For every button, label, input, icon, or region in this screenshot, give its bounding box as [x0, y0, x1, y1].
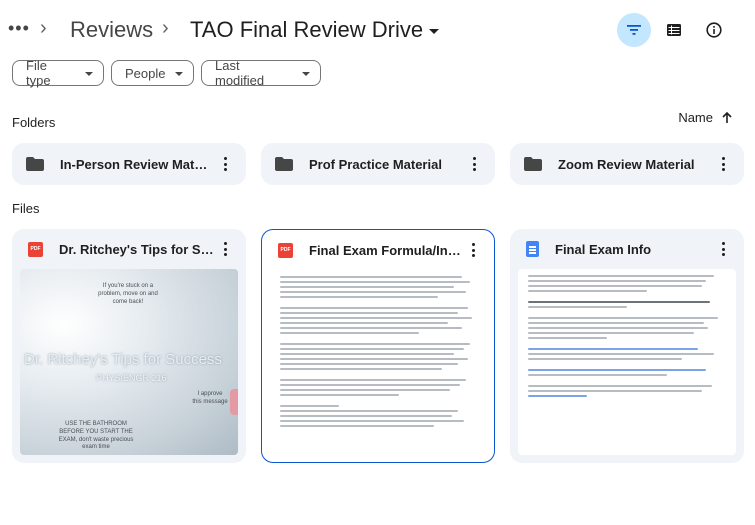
chevron-down-icon	[175, 71, 184, 76]
folder-icon	[275, 157, 293, 171]
more-options-icon[interactable]	[712, 238, 734, 260]
file-title: Final Exam Formula/Instructions	[309, 242, 462, 258]
file-card-selected[interactable]: PDF Final Exam Formula/Instructions	[261, 229, 495, 463]
file-card-header: PDF Final Exam Formula/Instructions	[262, 230, 494, 270]
last-modified-filter-label: Last modified	[215, 58, 265, 88]
info-icon	[706, 22, 722, 38]
chevron-down-icon	[429, 29, 440, 34]
file-card-header: Final Exam Info	[510, 229, 744, 269]
more-breadcrumbs-button[interactable]: •••	[8, 18, 30, 39]
file-title: Dr. Ritchey's Tips for Success	[59, 241, 214, 257]
sort-label: Name	[678, 110, 713, 125]
more-options-icon[interactable]	[463, 153, 485, 175]
filter-icon	[627, 25, 641, 35]
thumbnail-title: Dr. Ritchey's Tips for Success	[24, 351, 222, 368]
chevron-right-icon: ›	[162, 17, 169, 39]
more-options-icon[interactable]	[712, 153, 734, 175]
file-card[interactable]: Final Exam Info	[510, 229, 744, 463]
people-filter-label: People	[125, 65, 166, 81]
file-type-filter[interactable]: File type	[12, 58, 104, 88]
arrow-up-icon	[722, 111, 732, 123]
folder-icon	[524, 157, 542, 171]
list-view-icon	[667, 24, 681, 36]
file-thumbnail	[518, 269, 736, 455]
folder-title: Prof Practice Material	[309, 156, 442, 172]
thumbnail-decoration	[230, 389, 238, 415]
filter-button[interactable]	[617, 13, 651, 47]
file-thumbnail: If you're stuck on a problem, move on an…	[20, 269, 238, 455]
folder-card[interactable]: In-Person Review Material	[12, 143, 246, 185]
more-options-icon[interactable]	[214, 238, 236, 260]
chevron-right-icon: ›	[40, 17, 47, 39]
chevron-down-icon	[302, 71, 310, 76]
details-button[interactable]	[697, 13, 731, 47]
header: ••• › Reviews › TAO Final Review Drive	[0, 0, 755, 60]
file-thumbnail	[270, 270, 488, 456]
folder-card[interactable]: Prof Practice Material	[261, 143, 495, 185]
last-modified-filter[interactable]: Last modified	[201, 58, 321, 88]
pdf-icon: PDF	[28, 241, 43, 257]
folders-heading: Folders	[12, 115, 56, 130]
google-docs-icon	[526, 241, 539, 257]
file-card-header: PDF Dr. Ritchey's Tips for Success	[12, 229, 246, 269]
current-folder-title: TAO Final Review Drive	[190, 17, 424, 42]
more-options-icon[interactable]	[462, 239, 484, 261]
chevron-down-icon	[85, 71, 93, 76]
folder-card[interactable]: Zoom Review Material	[510, 143, 744, 185]
files-heading: Files	[12, 201, 40, 216]
thumbnail-subtitle: PHYS/ENGR 216	[96, 373, 167, 383]
pdf-icon: PDF	[278, 242, 293, 258]
file-title: Final Exam Info	[555, 241, 652, 257]
more-options-icon[interactable]	[214, 153, 236, 175]
folder-icon	[26, 157, 44, 171]
thumbnail-note: I approve this message	[192, 391, 228, 405]
folder-title: Zoom Review Material	[558, 156, 695, 172]
people-filter[interactable]: People	[111, 60, 194, 86]
file-card[interactable]: PDF Dr. Ritchey's Tips for Success If yo…	[12, 229, 246, 463]
folder-title: In-Person Review Material	[60, 156, 214, 172]
list-view-button[interactable]	[657, 13, 691, 47]
thumbnail-note: If you're stuck on a problem, move on an…	[98, 283, 158, 305]
current-folder-button[interactable]: TAO Final Review Drive	[190, 17, 440, 43]
thumbnail-note: USE THE BATHROOM BEFORE YOU START THE EX…	[58, 421, 134, 451]
file-type-filter-label: File type	[26, 58, 51, 88]
thumbnail-text-lines	[280, 276, 478, 430]
thumbnail-text-lines	[528, 275, 726, 400]
breadcrumb-reviews[interactable]: Reviews	[70, 17, 153, 43]
sort-by-name-button[interactable]: Name	[678, 110, 733, 125]
